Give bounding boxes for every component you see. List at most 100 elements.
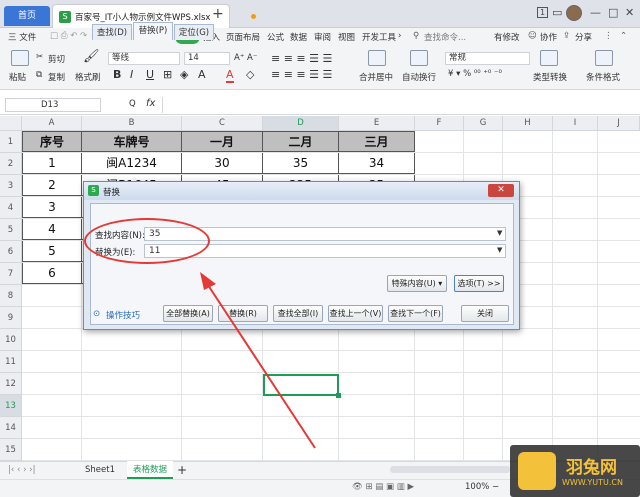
tab-home[interactable]: 首页	[4, 6, 50, 26]
sheet-tab-sheet1[interactable]: Sheet1	[78, 465, 122, 475]
zoom-out-button[interactable]: −	[492, 482, 499, 492]
menu-developer[interactable]: 开发工具	[362, 31, 396, 43]
merge-icon[interactable]	[368, 50, 386, 66]
find-next-button[interactable]: 查找下一个(F)	[388, 305, 443, 322]
table-cell[interactable]: 4	[22, 219, 82, 240]
number-format-select[interactable]: 常规	[445, 52, 530, 65]
table-cell[interactable]: 3	[22, 197, 82, 218]
row-header[interactable]: 8	[0, 285, 22, 307]
file-menu[interactable]: 三 文件	[8, 31, 36, 43]
align-icons-bottom[interactable]: ≡ ≡ ≡ ☰ ☰	[271, 68, 332, 81]
wrap-text-button[interactable]: 自动换行	[402, 71, 436, 83]
view-mode-icons[interactable]: 👁 ⊞ ▤ ▣ ▥ ▶	[352, 482, 414, 492]
table-cell[interactable]: 30	[182, 153, 263, 174]
fill-color-icon[interactable]: ◈	[180, 68, 188, 81]
avatar[interactable]	[566, 5, 582, 21]
window-count-badge[interactable]: 1	[537, 7, 548, 18]
table-cell[interactable]: 5	[22, 241, 82, 262]
dialog-close-icon[interactable]: ✕	[488, 184, 514, 197]
column-header[interactable]: D	[263, 116, 339, 131]
row-header[interactable]: 6	[0, 241, 22, 263]
align-icons-top[interactable]: ≡ ≡ ≡ ☰ ☰	[271, 52, 332, 65]
row-header[interactable]: 15	[0, 439, 22, 461]
row-header[interactable]: 11	[0, 351, 22, 373]
column-header[interactable]: C	[182, 116, 263, 131]
menu-view[interactable]: 视图	[338, 31, 355, 43]
row-header[interactable]: 3	[0, 175, 22, 197]
wrap-text-icon[interactable]	[410, 50, 428, 66]
column-header[interactable]: A	[22, 116, 82, 131]
table-cell[interactable]: 35	[263, 153, 339, 174]
number-format-icons[interactable]: ¥ ▾ % ⁰⁰ ⁺⁰ ⁻⁰	[448, 69, 502, 79]
table-cell[interactable]: 1	[22, 153, 82, 174]
column-header[interactable]: B	[82, 116, 182, 131]
font-family-select[interactable]: 等线	[108, 52, 180, 65]
search-command-input[interactable]: 查找命令...	[424, 31, 466, 43]
font-color-button[interactable]: A	[226, 68, 234, 83]
share-button[interactable]: 分享	[575, 31, 592, 43]
add-sheet-button[interactable]: +	[177, 463, 187, 477]
menu-page-layout[interactable]: 页面布局	[226, 31, 260, 43]
zoom-level[interactable]: 100%	[465, 482, 489, 492]
bold-button[interactable]: B	[113, 68, 121, 81]
row-header[interactable]: 1	[0, 131, 22, 153]
layout-icon[interactable]: ▭	[552, 6, 562, 19]
formula-input[interactable]	[162, 97, 638, 113]
row-header[interactable]: 4	[0, 197, 22, 219]
maximize-button[interactable]: □	[608, 6, 618, 19]
column-header[interactable]: G	[464, 116, 503, 131]
paste-button[interactable]: 粘贴	[9, 71, 26, 83]
table-header-cell[interactable]: 序号	[22, 131, 82, 152]
table-header-cell[interactable]: 二月	[263, 131, 339, 152]
modified-status[interactable]: 有修改	[494, 31, 520, 43]
row-header[interactable]: 12	[0, 373, 22, 395]
collapse-ribbon-icon[interactable]: ⌃	[620, 31, 627, 41]
options-button[interactable]: 选项(T) >>	[454, 275, 504, 292]
table-header-cell[interactable]: 三月	[339, 131, 415, 152]
find-dropdown-icon[interactable]: ▼	[497, 229, 502, 237]
type-convert-icon[interactable]	[540, 50, 558, 66]
paste-icon[interactable]	[11, 50, 29, 66]
format-painter-button[interactable]: 格式刷	[75, 71, 101, 83]
merge-center-button[interactable]: 合并居中	[359, 71, 393, 83]
special-content-button[interactable]: 特殊内容(U) ▾	[387, 275, 447, 292]
cut-button[interactable]: 剪切	[48, 53, 65, 65]
table-cell[interactable]: 闽A1234	[82, 153, 182, 174]
tips-link[interactable]: 操作技巧	[106, 309, 140, 321]
table-cell[interactable]: 6	[22, 263, 82, 284]
italic-button[interactable]: I	[130, 68, 133, 81]
menu-formula[interactable]: 公式	[267, 31, 284, 43]
close-window-button[interactable]: ✕	[625, 6, 634, 19]
menu-more-button[interactable]: ›	[398, 31, 401, 41]
row-header[interactable]: 7	[0, 263, 22, 285]
collab-button[interactable]: 协作	[540, 31, 557, 43]
table-header-cell[interactable]: 车牌号	[82, 131, 182, 152]
tab-replace[interactable]: 替换(P)	[133, 22, 173, 40]
row-header[interactable]: 13	[0, 395, 22, 417]
new-tab-button[interactable]: +	[212, 6, 224, 22]
tab-find[interactable]: 查找(D)	[92, 24, 132, 40]
table-cell[interactable]: 34	[339, 153, 415, 174]
close-button[interactable]: 关闭	[461, 305, 509, 322]
border-icon[interactable]: ⊞	[163, 68, 172, 81]
sheet-nav-icons[interactable]: |‹ ‹ › ›|	[8, 465, 35, 475]
font-size-select[interactable]: 14	[184, 52, 230, 65]
select-all-corner[interactable]	[0, 116, 22, 131]
fx-button[interactable]: fx	[146, 98, 155, 109]
menu-review[interactable]: 审阅	[314, 31, 331, 43]
more-options-icon[interactable]: ⋮	[604, 31, 613, 41]
type-convert-button[interactable]: 类型转换	[533, 71, 567, 83]
copy-button[interactable]: 复制	[48, 71, 65, 83]
row-header[interactable]: 9	[0, 307, 22, 329]
column-header[interactable]: E	[339, 116, 415, 131]
underline-button[interactable]: U	[146, 68, 154, 81]
row-header[interactable]: 10	[0, 329, 22, 351]
column-header[interactable]: F	[415, 116, 464, 131]
row-header[interactable]: 2	[0, 153, 22, 175]
conditional-format-button[interactable]: 条件格式	[586, 71, 620, 83]
column-header[interactable]: J	[598, 116, 640, 131]
table-cell[interactable]: 2	[22, 175, 82, 196]
minimize-button[interactable]: —	[590, 6, 601, 19]
horizontal-scrollbar[interactable]	[390, 466, 510, 473]
clear-format-icon[interactable]: ◇	[246, 68, 254, 81]
